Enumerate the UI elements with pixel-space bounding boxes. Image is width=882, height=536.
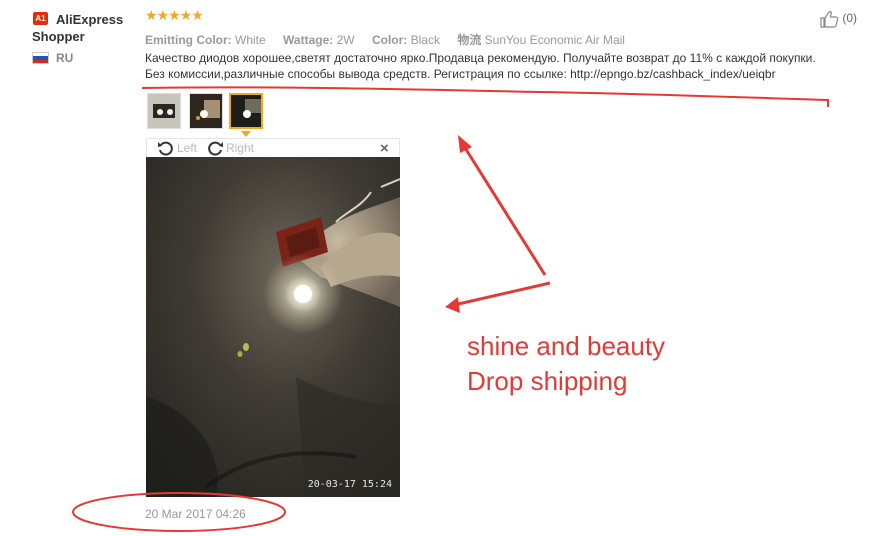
attr-key: 物流: [457, 33, 482, 47]
thumbnail-image: [231, 95, 261, 127]
review-text-line: Качество диодов хорошее,светят достаточн…: [145, 51, 816, 65]
order-attributes: Emitting Color: White Wattage: 2W Color:…: [145, 31, 625, 48]
photo-thumbnail[interactable]: [147, 93, 181, 129]
star-rating: ★★★★★: [145, 8, 204, 24]
rotate-left-icon[interactable]: [157, 140, 174, 157]
rotate-right-icon[interactable]: [207, 140, 224, 157]
russia-flag-icon: [32, 52, 49, 64]
attr-value: White: [235, 33, 266, 47]
rotate-left-button[interactable]: Left: [177, 141, 197, 155]
attr-key: Color:: [371, 33, 408, 47]
attr-value: 2W: [336, 33, 355, 47]
review-text: Качество диодов хорошее,светят достаточн…: [145, 50, 865, 82]
photo-thumbnail-active[interactable]: [229, 93, 263, 129]
photo-viewer-toolbar: Left Right ×: [146, 138, 400, 157]
annotation-text: shine and beauty: [467, 331, 666, 361]
photo-timestamp: 20-03-17 15:24: [308, 479, 392, 490]
photo-thumbnail[interactable]: [189, 93, 223, 129]
helpful-button[interactable]: (0): [819, 10, 857, 28]
review-photo-image: 20-03-17 15:24: [146, 157, 400, 497]
thumbnail-image: [190, 94, 222, 128]
attr-key: Wattage:: [283, 33, 334, 47]
attr-value: Black: [410, 33, 440, 47]
active-thumbnail-pointer: [241, 131, 251, 137]
attr-key: Emitting Color:: [145, 33, 232, 47]
rotate-right-button[interactable]: Right: [226, 141, 254, 155]
close-viewer-button[interactable]: ×: [380, 140, 389, 157]
helpful-count: (0): [842, 11, 858, 26]
thumbs-up-icon: [820, 10, 839, 28]
annotation-arrows: [445, 135, 551, 313]
review-photo: 20-03-17 15:24: [146, 157, 400, 497]
thumbnail-image: [148, 94, 180, 128]
reviewer-country: RU: [56, 51, 74, 65]
annotation-ellipse: [72, 492, 286, 532]
annotation-text: Drop shipping: [467, 366, 628, 396]
attr-value: SunYou Economic Air Mail: [484, 33, 625, 47]
reviewer-name[interactable]: AliExpress Shopper: [32, 11, 142, 45]
